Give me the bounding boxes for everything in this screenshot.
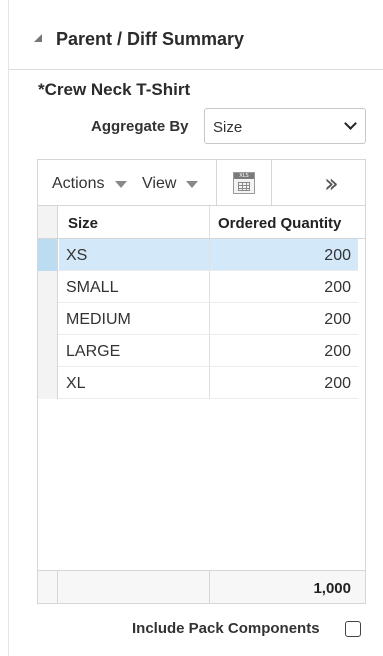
toolbar-divider [216,160,217,205]
column-divider [209,206,210,238]
quantity-cell: 200 [324,279,351,296]
total-quantity: 1,000 [313,580,351,597]
column-header-size[interactable]: Size [68,215,98,232]
size-cell: MEDIUM [66,311,131,328]
table-header-row: Size Ordered Quantity [38,206,365,239]
row-header-cell[interactable] [38,271,58,303]
actions-menu[interactable]: Actions [52,175,104,193]
column-header-ordered-quantity[interactable]: Ordered Quantity [218,215,341,232]
row-header-cell [38,206,58,238]
table-row[interactable]: LARGE 200 [38,335,358,367]
row-header-cell[interactable] [38,335,58,367]
aggregate-by-select[interactable]: Size [204,108,366,144]
view-menu[interactable]: View [142,175,176,193]
aggregate-by-label: Aggregate By [91,118,189,135]
table-row[interactable]: XS 200 [38,239,358,271]
row-header-cell [38,571,58,603]
table-row[interactable]: MEDIUM 200 [38,303,358,335]
toolbar-divider [271,160,272,205]
size-cell: XS [66,247,88,264]
actions-dropdown-icon[interactable] [115,181,127,188]
row-header-cell[interactable] [38,239,58,271]
size-cell: LARGE [66,343,121,360]
double-chevron-right-icon[interactable]: ›› [324,169,339,199]
size-cell: SMALL [66,279,119,296]
excel-export-icon[interactable]: XLS [233,172,255,194]
summary-table: Actions View XLS ›› Size Ordered Quantit… [37,159,366,604]
quantity-cell: 200 [324,375,351,392]
size-cell: XL [66,375,86,392]
table-row[interactable]: XL 200 [38,367,358,399]
table-footer-row: 1,000 [38,570,365,603]
include-pack-components-label: Include Pack Components [132,620,320,637]
row-header-cell[interactable] [38,367,58,399]
row-header-cell[interactable] [38,303,58,335]
quantity-cell: 200 [324,343,351,360]
collapse-triangle-icon[interactable] [34,34,42,42]
chevron-down-icon [344,117,357,130]
section-title: Parent / Diff Summary [56,29,245,49]
quantity-cell: 200 [324,311,351,328]
column-divider [209,571,210,603]
table-row[interactable]: SMALL 200 [38,271,358,303]
aggregate-by-value: Size [213,119,243,136]
view-dropdown-icon[interactable] [186,181,198,188]
include-pack-components-checkbox[interactable] [345,621,361,637]
quantity-cell: 200 [324,247,351,264]
item-title: *Crew Neck T-Shirt [38,80,191,99]
parent-diff-summary-panel: Parent / Diff Summary *Crew Neck T-Shirt… [8,0,383,656]
table-toolbar: Actions View XLS ›› [38,160,365,206]
